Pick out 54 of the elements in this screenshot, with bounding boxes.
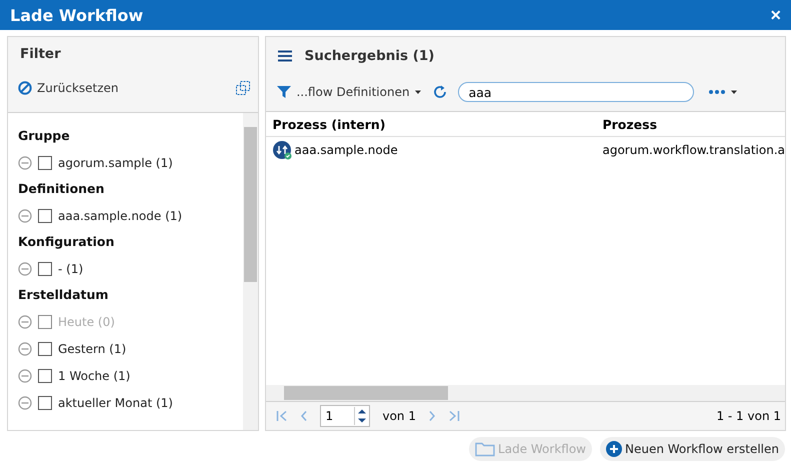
filter-option[interactable]: aktueller Monat (1): [58, 396, 173, 410]
scrollbar[interactable]: [266, 385, 785, 402]
column-header[interactable]: Prozess (intern): [266, 116, 594, 132]
page-count: von 1: [382, 409, 416, 423]
group-heading: Konfiguration: [18, 233, 116, 251]
minus-circle-icon[interactable]: [18, 262, 32, 276]
filter-option[interactable]: agorum.sample (1): [58, 156, 173, 170]
result-summary: 1 - 1 von 1: [716, 409, 781, 423]
group-heading: Gruppe: [18, 127, 71, 145]
reset-button[interactable]: Zurücksetzen: [18, 81, 119, 95]
last-page-icon[interactable]: [448, 410, 460, 422]
panel-title: Suchergebnis (1): [304, 48, 434, 64]
group-heading: Definitionen: [18, 180, 106, 198]
collapse-icon[interactable]: [235, 80, 252, 96]
minus-circle-icon[interactable]: [18, 314, 32, 328]
refresh-icon[interactable]: [432, 84, 448, 100]
filter-option[interactable]: aaa.sample.node (1): [58, 208, 182, 222]
next-page-icon[interactable]: [428, 410, 436, 422]
checkbox[interactable]: [38, 396, 52, 410]
filter-option[interactable]: - (1): [58, 262, 84, 276]
workflow-icon: [272, 140, 292, 160]
panel-title: Filter: [19, 45, 62, 64]
window-title: Lade Workflow: [10, 6, 144, 24]
minus-circle-icon[interactable]: [18, 342, 32, 356]
minus-circle-icon[interactable]: [18, 156, 32, 170]
filter-icon: [276, 84, 292, 100]
more-icon[interactable]: [708, 88, 738, 96]
checkbox[interactable]: [38, 208, 52, 222]
create-workflow-button[interactable]: Neuen Workflow erstellen: [600, 436, 785, 460]
checkbox[interactable]: [38, 156, 52, 170]
first-page-icon[interactable]: [276, 410, 288, 422]
minus-circle-icon[interactable]: [18, 208, 32, 222]
filter-option[interactable]: 1 Woche (1): [58, 368, 130, 382]
filter-dropdown[interactable]: ...flow Definitionen: [276, 84, 422, 100]
folder-icon: [475, 440, 496, 456]
plus-icon: [606, 440, 622, 456]
menu-icon[interactable]: [278, 50, 292, 62]
column-header[interactable]: Prozess: [594, 116, 785, 132]
reset-icon: [18, 81, 32, 95]
page-field[interactable]: 1: [320, 405, 370, 427]
checkbox[interactable]: [38, 342, 52, 356]
filter-option[interactable]: Gestern (1): [58, 342, 126, 356]
table-cell[interactable]: agorum.workflow.translation.a: [602, 143, 785, 157]
table-cell[interactable]: aaa.sample.node: [294, 143, 398, 157]
previous-page-icon[interactable]: [300, 410, 308, 422]
checkbox[interactable]: [38, 368, 52, 382]
close-button[interactable]: ×: [768, 4, 783, 26]
checkbox[interactable]: [38, 262, 52, 276]
minus-circle-icon[interactable]: [18, 368, 32, 382]
search-field[interactable]: aaa: [458, 82, 694, 102]
group-heading: Erstelldatum: [18, 286, 110, 304]
minus-circle-icon[interactable]: [18, 396, 32, 410]
scrollbar[interactable]: [243, 113, 258, 430]
caret-icon: [414, 89, 422, 95]
